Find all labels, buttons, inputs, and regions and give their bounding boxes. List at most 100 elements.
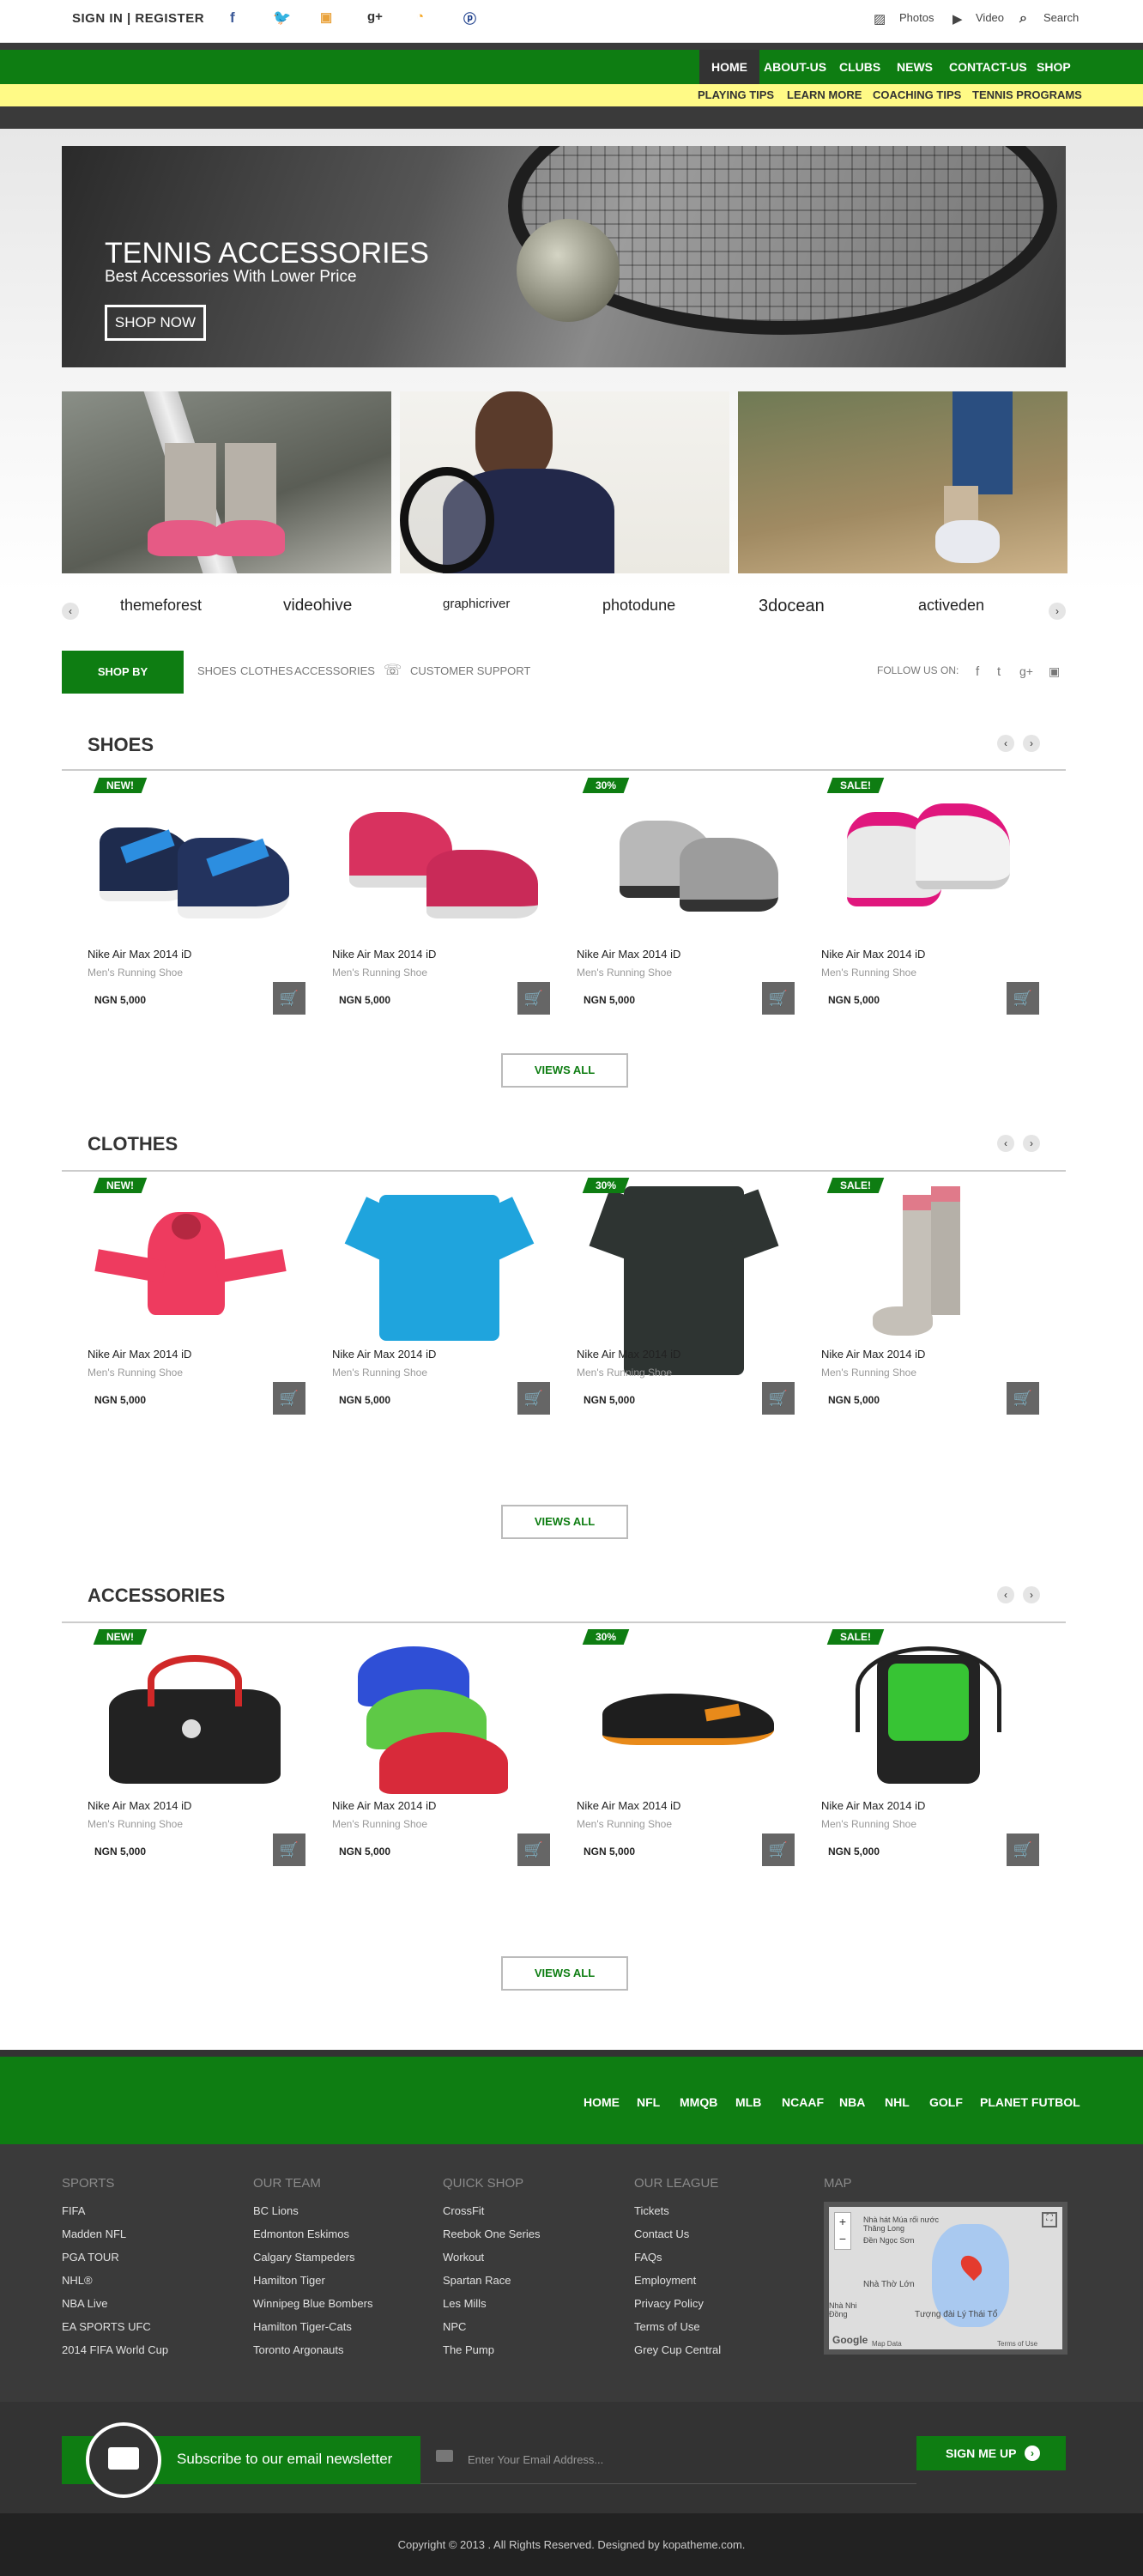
product-image[interactable] <box>88 1178 293 1341</box>
footer-link[interactable]: NPC <box>443 2320 466 2333</box>
category-shoes[interactable]: SHOES <box>197 664 237 677</box>
product-name[interactable]: Nike Air Max 2014 iD <box>332 1348 436 1361</box>
footer-link[interactable]: Employment <box>634 2274 696 2287</box>
product-name[interactable]: Nike Air Max 2014 iD <box>88 948 191 961</box>
footer-link[interactable]: EA SPORTS UFC <box>62 2320 151 2333</box>
cart-icon[interactable]: 🛒 <box>762 982 795 1015</box>
footer-link[interactable]: 2014 FIFA World Cup <box>62 2343 168 2356</box>
video-link[interactable]: Video <box>976 11 1004 24</box>
footer-link[interactable]: Madden NFL <box>62 2227 126 2240</box>
footer-nav-ncaaf[interactable]: NCAAF <box>782 2095 824 2109</box>
product-name[interactable]: Nike Air Max 2014 iD <box>88 1799 191 1812</box>
hero-banner[interactable]: TENNIS ACCESSORIES Best Accessories With… <box>62 146 1066 367</box>
product-image[interactable] <box>821 778 1027 941</box>
product-name[interactable]: Nike Air Max 2014 iD <box>577 1799 680 1812</box>
twitter-icon[interactable]: 🐦 <box>273 9 291 27</box>
product-card[interactable]: Nike Air Max 2014 iD Men's Running Shoe … <box>332 1178 550 1427</box>
footer-nav-nhl[interactable]: NHL <box>885 2095 910 2109</box>
product-image[interactable] <box>88 778 293 941</box>
product-card[interactable]: NEW! Nike Air Max 2014 iD Men's Running … <box>88 778 305 1027</box>
footer-nav-mlb[interactable]: MLB <box>735 2095 761 2109</box>
product-name[interactable]: Nike Air Max 2014 iD <box>577 1348 680 1361</box>
rss-icon[interactable]: ◔ <box>416 9 424 24</box>
footer-link[interactable]: NBA Live <box>62 2297 107 2310</box>
footer-link[interactable]: Hamilton Tiger-Cats <box>253 2320 352 2333</box>
product-card[interactable]: 30% Nike Air Max 2014 iD Men's Running S… <box>577 778 795 1027</box>
footer-nav-home[interactable]: HOME <box>584 2095 620 2109</box>
cart-icon[interactable]: 🛒 <box>517 1382 550 1415</box>
footer-link[interactable]: Les Mills <box>443 2297 487 2310</box>
shoes-view-all-button[interactable]: VIEWS ALL <box>501 1053 628 1088</box>
footer-link[interactable]: Calgary Stampeders <box>253 2251 355 2264</box>
cart-icon[interactable]: 🛒 <box>1007 982 1039 1015</box>
promo-banner-running[interactable] <box>738 391 1067 573</box>
product-image[interactable] <box>821 1178 1027 1341</box>
footer-link[interactable]: Grey Cup Central <box>634 2343 721 2356</box>
product-image[interactable] <box>821 1629 1027 1792</box>
brands-prev-button[interactable]: ‹ <box>62 603 79 620</box>
product-card[interactable]: SALE! Nike Air Max 2014 iD Men's Running… <box>821 778 1039 1027</box>
brand-3docean[interactable]: 3docean <box>759 597 825 622</box>
fullscreen-icon[interactable]: ⛶ <box>1042 2212 1057 2227</box>
footer-nav-nba[interactable]: NBA <box>839 2095 865 2109</box>
cart-icon[interactable]: 🛒 <box>517 1834 550 1866</box>
map-terms-link[interactable]: Terms of Use <box>997 2340 1037 2348</box>
accessories-view-all-button[interactable]: VIEWS ALL <box>501 1956 628 1991</box>
category-clothes[interactable]: CLOTHES <box>240 664 293 677</box>
clothes-next-button[interactable]: › <box>1023 1135 1040 1152</box>
footer-link[interactable]: CrossFit <box>443 2204 484 2217</box>
promo-banner-player[interactable] <box>400 391 729 573</box>
facebook-icon[interactable]: f <box>976 664 979 679</box>
pinterest-icon[interactable]: ⓟ <box>463 9 476 27</box>
footer-link[interactable]: Winnipeg Blue Bombers <box>253 2297 372 2310</box>
footer-link[interactable]: Reebok One Series <box>443 2227 540 2240</box>
footer-link[interactable]: Edmonton Eskimos <box>253 2227 349 2240</box>
brand-videohive[interactable]: videohive <box>283 597 352 622</box>
product-card[interactable]: 30% Nike Air Max 2014 iD Men's Running S… <box>577 1178 795 1427</box>
product-image[interactable] <box>332 1178 538 1341</box>
video-icon[interactable]: ▶ <box>952 11 963 27</box>
footer-link[interactable]: Hamilton Tiger <box>253 2274 325 2287</box>
footer-link[interactable]: Toronto Argonauts <box>253 2343 344 2356</box>
footer-nav-nfl[interactable]: NFL <box>637 2095 660 2109</box>
cart-icon[interactable]: 🛒 <box>1007 1834 1039 1866</box>
brand-graphicriver[interactable]: graphicriver <box>443 597 510 622</box>
google-plus-icon[interactable]: g+ <box>367 9 383 24</box>
shop-by-categories-button[interactable]: SHOP BY CATEGORIES <box>62 651 184 721</box>
brand-themeforest[interactable]: themeforest <box>120 597 202 622</box>
photos-link[interactable]: Photos <box>899 11 934 24</box>
subnav-learn-more[interactable]: LEARN MORE <box>787 84 862 106</box>
nav-clubs[interactable]: CLUBS <box>839 50 880 84</box>
product-card[interactable]: NEW! Nike Air Max 2014 iD Men's Running … <box>88 1629 305 1878</box>
footer-link[interactable]: The Pump <box>443 2343 494 2356</box>
product-image[interactable] <box>332 778 538 941</box>
sign-in-register-link[interactable]: SIGN IN | REGISTER <box>72 11 204 26</box>
instagram-icon[interactable]: ▣ <box>1049 664 1060 679</box>
nav-home[interactable]: HOME <box>699 50 759 84</box>
product-card[interactable]: SALE! Nike Air Max 2014 iD Men's Running… <box>821 1629 1039 1878</box>
footer-link[interactable]: Workout <box>443 2251 484 2264</box>
product-card[interactable]: Nike Air Max 2014 iD Men's Running Shoe … <box>332 1629 550 1878</box>
sign-me-up-button[interactable]: SIGN ME UP › <box>916 2436 1066 2470</box>
product-card[interactable]: Nike Air Max 2014 iD Men's Running Shoe … <box>332 778 550 1027</box>
footer-link[interactable]: FIFA <box>62 2204 85 2217</box>
shop-now-button[interactable]: SHOP NOW <box>105 305 206 341</box>
product-name[interactable]: Nike Air Max 2014 iD <box>88 1348 191 1361</box>
location-map[interactable]: + − Nhà hát Múa rối nước Thăng Long Đền N… <box>824 2202 1067 2355</box>
product-name[interactable]: Nike Air Max 2014 iD <box>332 948 436 961</box>
nav-news[interactable]: NEWS <box>897 50 933 84</box>
footer-nav-mmqb[interactable]: MMQB <box>680 2095 717 2109</box>
google-plus-icon[interactable]: g+ <box>1019 664 1033 678</box>
nav-about-us[interactable]: ABOUT-US <box>764 50 826 84</box>
cart-icon[interactable]: 🛒 <box>1007 1382 1039 1415</box>
subnav-coaching-tips[interactable]: COACHING TIPS <box>873 84 961 106</box>
footer-link[interactable]: FAQs <box>634 2251 662 2264</box>
product-card[interactable]: 30% Nike Air Max 2014 iD Men's Running S… <box>577 1629 795 1878</box>
footer-link[interactable]: Spartan Race <box>443 2274 511 2287</box>
category-accessories[interactable]: ACCESSORIES <box>294 664 375 677</box>
photos-icon[interactable]: ▨ <box>874 11 886 27</box>
instagram-icon[interactable]: ▣ <box>320 9 332 25</box>
product-card[interactable]: SALE! Nike Air Max 2014 iD Men's Running… <box>821 1178 1039 1427</box>
product-card[interactable]: NEW! Nike Air Max 2014 iD Men's Running … <box>88 1178 305 1427</box>
product-name[interactable]: Nike Air Max 2014 iD <box>577 948 680 961</box>
